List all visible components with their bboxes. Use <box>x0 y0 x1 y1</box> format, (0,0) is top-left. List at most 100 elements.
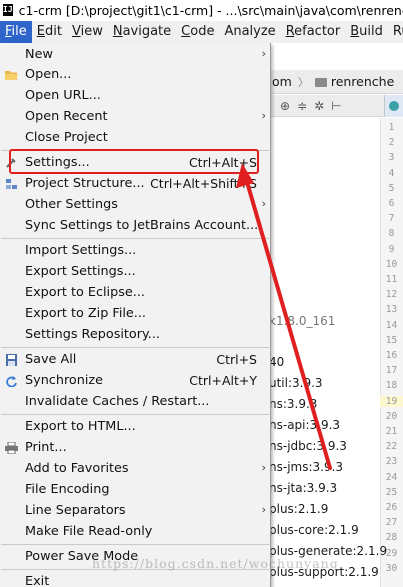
menu-item-invalidate-caches[interactable]: Invalidate Caches / Restart... <box>0 392 270 413</box>
line-number: 27 <box>385 517 398 529</box>
collapse-icon[interactable]: ≑ <box>297 99 307 113</box>
menu-item-shortcut: Ctrl+Alt+Shift+S <box>150 176 257 191</box>
menu-item-make-readonly[interactable]: Make File Read-only <box>0 522 270 543</box>
save-icon <box>5 354 18 366</box>
menu-item-label: Open... <box>25 67 72 82</box>
breadcrumb-item[interactable]: om <box>268 74 296 89</box>
menu-item-label: Print... <box>25 440 67 455</box>
library-entry[interactable]: ns-api:3.9.3 <box>269 418 340 432</box>
menu-item-label: Settings Repository... <box>25 327 160 342</box>
menu-refactor[interactable]: Refactor <box>281 21 346 43</box>
menu-item-export-settings[interactable]: Export Settings... <box>0 262 270 283</box>
menu-item-open[interactable]: Open... <box>0 65 270 86</box>
line-number: 14 <box>385 319 398 331</box>
title-bar: IJ c1-crm [D:\project\git1\c1-crm] - ...… <box>0 0 403 21</box>
menu-code[interactable]: Code <box>176 21 219 43</box>
menu-item-file-encoding[interactable]: File Encoding <box>0 480 270 501</box>
library-entry[interactable]: ns:3.9.3 <box>269 397 317 411</box>
menu-item-label: Save All <box>25 352 77 367</box>
menu-item-export-eclipse[interactable]: Export to Eclipse... <box>0 283 270 304</box>
breadcrumb-item[interactable]: renrenche <box>311 74 398 89</box>
menu-separator <box>1 347 269 348</box>
menu-edit[interactable]: Edit <box>32 21 67 43</box>
menu-item-synchronize[interactable]: Synchronize Ctrl+Alt+Y <box>0 371 270 392</box>
menu-item-label: Project Structure... <box>25 176 145 191</box>
printer-icon <box>5 441 18 455</box>
line-number: 8 <box>388 228 395 240</box>
menu-item-settings-repository[interactable]: Settings Repository... <box>0 325 270 346</box>
line-number: 22 <box>385 441 398 453</box>
line-number: 24 <box>385 471 398 483</box>
library-entry[interactable]: plus:2.1.9 <box>269 502 328 516</box>
menu-item-project-structure[interactable]: Project Structure... Ctrl+Alt+Shift+S <box>0 174 270 195</box>
library-entry[interactable]: ns-jta:3.9.3 <box>269 481 337 495</box>
menu-item-other-settings[interactable]: Other Settings › <box>0 195 270 216</box>
menu-item-save-all[interactable]: Save All Ctrl+S <box>0 350 270 371</box>
line-number: 12 <box>385 289 398 301</box>
target-icon[interactable]: ⊕ <box>280 99 290 113</box>
menu-item-close-project[interactable]: Close Project <box>0 128 270 149</box>
line-number: 26 <box>385 502 398 513</box>
line-number: 6 <box>388 198 395 209</box>
library-entry[interactable]: ns-jms:3.9.3 <box>269 460 343 474</box>
menu-analyze[interactable]: Analyze <box>219 21 280 43</box>
line-number: 9 <box>388 243 395 255</box>
jdk-entry[interactable]: k1.8.0_161 <box>269 314 335 328</box>
submenu-arrow-icon: › <box>261 197 266 210</box>
line-number: 16 <box>385 350 398 361</box>
line-number: 28 <box>385 532 398 544</box>
menu-item-print[interactable]: Print... <box>0 438 270 459</box>
menu-item-label: Open URL... <box>25 88 101 103</box>
menu-view[interactable]: View <box>67 21 108 43</box>
window-title: c1-crm [D:\project\git1\c1-crm] - ...\sr… <box>18 3 403 18</box>
submenu-arrow-icon: › <box>261 461 266 474</box>
line-number: 19 <box>380 395 403 407</box>
menu-file[interactable]: File <box>0 21 32 43</box>
menu-item-add-favorites[interactable]: Add to Favorites › <box>0 459 270 480</box>
menu-item-import-settings[interactable]: Import Settings... <box>0 241 270 262</box>
tree-entry[interactable]: 40 <box>269 355 284 369</box>
line-number: 4 <box>388 167 395 179</box>
folder-open-icon <box>5 69 18 81</box>
menu-item-open-recent[interactable]: Open Recent › <box>0 107 270 128</box>
file-menu-dropdown: New › Open... Open URL... Open Recent › … <box>0 43 271 587</box>
menu-item-label: Synchronize <box>25 373 104 388</box>
line-number: 1 <box>388 122 395 133</box>
menu-item-label: Other Settings <box>25 197 118 212</box>
class-icon <box>389 101 399 111</box>
line-number: 10 <box>385 258 398 270</box>
line-number: 30 <box>385 562 398 574</box>
menu-item-exit[interactable]: Exit <box>0 572 270 587</box>
menu-item-line-separators[interactable]: Line Separators › <box>0 501 270 522</box>
menu-item-export-zip[interactable]: Export to Zip File... <box>0 304 270 325</box>
menu-navigate[interactable]: Navigate <box>108 21 176 43</box>
menu-item-label: Export to HTML... <box>25 419 136 434</box>
chevron-right-icon: 〉 <box>297 75 309 89</box>
menu-item-sync-settings[interactable]: Sync Settings to JetBrains Account... <box>0 216 270 237</box>
menu-item-label: Exit <box>25 574 50 587</box>
menu-item-export-html[interactable]: Export to HTML... <box>0 417 270 438</box>
library-entry[interactable]: util:3.9.3 <box>269 376 323 390</box>
library-entry[interactable]: plus-core:2.1.9 <box>269 523 359 537</box>
intellij-logo-icon: IJ <box>3 3 13 18</box>
line-number: 20 <box>385 410 398 422</box>
line-number: 18 <box>385 380 398 392</box>
gear-icon[interactable]: ✲ <box>314 99 324 113</box>
menu-item-label: Open Recent <box>25 109 108 124</box>
line-number: 11 <box>385 274 398 285</box>
menu-item-open-url[interactable]: Open URL... <box>0 86 270 107</box>
editor-tab[interactable] <box>384 95 403 117</box>
menu-item-new[interactable]: New › <box>0 45 270 66</box>
refresh-icon <box>5 375 18 388</box>
menu-item-label: Make File Read-only <box>25 524 153 539</box>
menu-run[interactable]: Run <box>388 21 403 43</box>
hide-icon[interactable]: ⊢ <box>331 99 341 113</box>
menu-build[interactable]: Build <box>345 21 388 43</box>
library-entry[interactable]: ns-jdbc:3.9.3 <box>269 439 347 453</box>
menu-item-label: Export Settings... <box>25 264 136 279</box>
menu-item-label: Line Separators <box>25 503 126 518</box>
submenu-arrow-icon: › <box>261 47 266 60</box>
line-number: 3 <box>388 152 395 164</box>
menu-item-label: Import Settings... <box>25 243 137 258</box>
line-number: 2 <box>388 137 395 149</box>
